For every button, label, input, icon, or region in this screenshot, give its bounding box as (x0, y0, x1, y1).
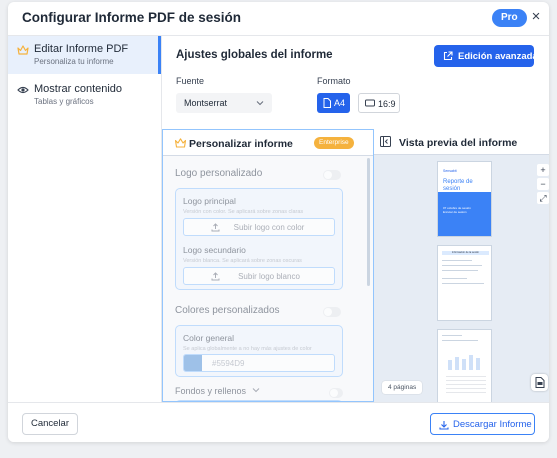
color-swatch[interactable] (184, 355, 202, 371)
logo-upload-box: Logo principal Versión con color. Se apl… (175, 188, 343, 290)
customize-panel-header: Personalizar informe Enterprise (163, 130, 373, 156)
color-input[interactable]: #5594D9 (183, 354, 335, 372)
dialog-header: Configurar Informe PDF de sesión Pro × (8, 2, 549, 36)
sidebar: Editar Informe PDF Personaliza tu inform… (8, 36, 162, 402)
mini-bar-chart (448, 355, 480, 370)
general-color-box: Color general Se aplica globalmente a no… (175, 325, 343, 377)
cover-blue-block: 07 octubre de sesión Enrutar de sesión (438, 192, 491, 236)
general-color-subtitle: Se aplica globalmente a no hay más ajust… (183, 346, 312, 352)
preview-page-2: Información de la sesión (437, 245, 492, 321)
primary-logo-subtitle: Versión con color. Se aplicará sobre zon… (183, 209, 304, 215)
format-label: Formato (317, 76, 351, 86)
sidebar-item-label: Mostrar contenido (34, 83, 123, 95)
page-count: 4 páginas (382, 381, 423, 394)
sidebar-item-sub: Tablas y gráficos (34, 97, 94, 106)
fills-title[interactable]: Fondos y rellenos (175, 386, 260, 396)
pdf-config-dialog: Configurar Informe PDF de sesión Pro × E… (8, 2, 549, 442)
zoom-out-icon[interactable]: − (537, 178, 549, 190)
report-preview: Vista previa del informe Sensabit Report… (374, 129, 549, 402)
upload-color-logo-button[interactable]: Subir logo con color (183, 218, 335, 236)
custom-logo-title: Logo personalizado (175, 168, 263, 179)
format-a4-button[interactable]: A4 (317, 93, 350, 113)
fit-screen-icon[interactable]: ⤢ (537, 192, 549, 204)
pdf-view-button[interactable] (531, 374, 548, 391)
crown-icon (17, 45, 29, 55)
cover-title: Reporte de sesión (443, 179, 473, 192)
crown-icon (175, 138, 186, 148)
sidebar-item-edit-report[interactable]: Editar Informe PDF Personaliza tu inform… (8, 36, 161, 74)
text-line (442, 340, 478, 341)
global-settings-title: Ajustes globales del informe (176, 49, 333, 61)
document-icon (323, 98, 331, 108)
font-select[interactable]: Montserrat (176, 93, 272, 113)
widescreen-icon (365, 99, 375, 107)
text-line (442, 335, 462, 336)
upload-white-logo-button[interactable]: Subir logo blanco (183, 267, 335, 285)
eye-icon (17, 86, 29, 94)
secondary-logo-subtitle: Versión blanca. Se aplicará sobre zonas … (183, 258, 302, 264)
preview-page-cover: Sensabit Reporte de sesión 07 octubre de… (437, 161, 492, 237)
download-icon (439, 421, 449, 430)
font-label: Fuente (176, 76, 205, 86)
pro-badge: Pro (492, 9, 527, 27)
pdf-icon (535, 377, 545, 388)
preview-page-3 (437, 329, 492, 402)
primary-logo-title: Logo principal (183, 196, 236, 206)
customize-title: Personalizar informe (189, 138, 293, 150)
fills-toggle[interactable] (329, 388, 343, 398)
external-link-icon (443, 51, 453, 61)
main-content: Ajustes globales del informe Edición ava… (162, 36, 549, 402)
zoom-in-icon[interactable]: + (537, 164, 549, 176)
general-color-title: Color general (183, 333, 235, 343)
custom-logo-toggle[interactable] (323, 170, 341, 180)
scrollbar[interactable] (367, 158, 370, 286)
color-hex-value: #5594D9 (212, 359, 245, 368)
secondary-logo-title: Logo secundario (183, 245, 246, 255)
dialog-title: Configurar Informe PDF de sesión (22, 10, 242, 25)
cover-subtitle: 07 octubre de sesión Enrutar de sesión (443, 206, 471, 214)
download-report-button[interactable]: Descargar Informe (430, 413, 535, 435)
sidebar-item-label: Editar Informe PDF (34, 43, 129, 55)
preview-title: Vista previa del informe (399, 137, 518, 149)
sidebar-item-sub: Personaliza tu informe (34, 57, 114, 66)
chevron-down-icon (252, 388, 259, 393)
custom-colors-toggle[interactable] (323, 307, 341, 317)
cancel-button[interactable]: Cancelar (22, 413, 78, 435)
mini-table (446, 376, 486, 394)
custom-colors-title: Colores personalizados (175, 305, 280, 316)
text-line (442, 283, 484, 284)
customize-panel: Personalizar informe Enterprise Logo per… (162, 129, 374, 402)
sidebar-item-show-content[interactable]: Mostrar contenido Tablas y gráficos (8, 76, 161, 114)
chevron-down-icon (256, 101, 264, 106)
text-line (442, 278, 467, 279)
enterprise-badge: Enterprise (314, 137, 354, 149)
text-line (442, 270, 478, 271)
close-icon[interactable]: × (529, 8, 543, 26)
advanced-edit-button[interactable]: Edición avanzada (434, 45, 538, 67)
text-line (442, 265, 482, 266)
text-line (442, 260, 472, 261)
preview-header: Vista previa del informe (374, 129, 549, 155)
page2-heading: Información de la sesión (451, 251, 480, 254)
format-16-9-button[interactable]: 16:9 (358, 93, 400, 113)
cover-brand: Sensabit (443, 169, 457, 173)
collapse-panel-icon[interactable] (380, 136, 391, 147)
dialog-footer: Cancelar Descargar Informe (8, 402, 549, 442)
